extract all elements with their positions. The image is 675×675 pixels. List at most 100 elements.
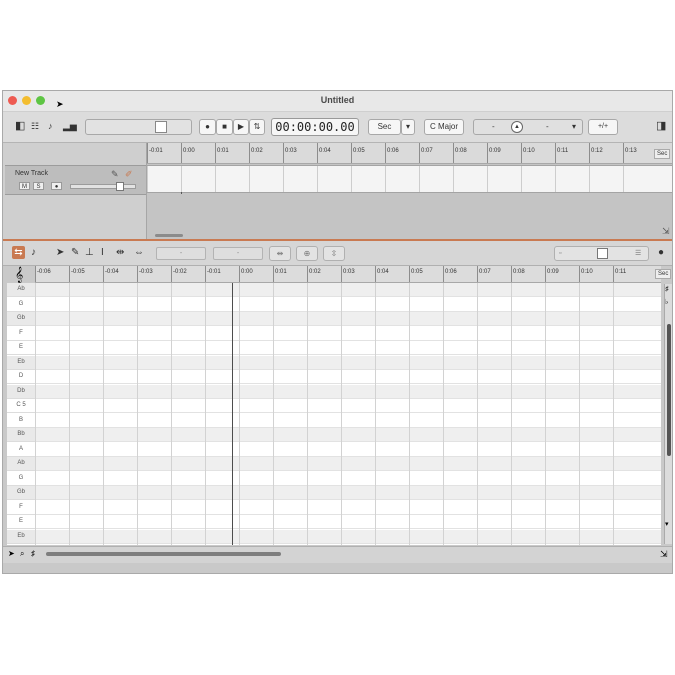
piano-key[interactable]: B	[7, 414, 35, 428]
note-row[interactable]	[35, 529, 661, 544]
zoom-out-icon[interactable]: ▫	[559, 247, 561, 260]
link-icon[interactable]: ⇆	[12, 246, 25, 259]
track-name[interactable]: New Track	[15, 170, 48, 177]
note-row[interactable]	[35, 472, 661, 486]
time-format-dropdown-button[interactable]: ▾	[401, 119, 415, 135]
play-button[interactable]: ▶	[233, 119, 249, 135]
note-length-field[interactable]: -	[213, 247, 263, 260]
pointer-tool-icon[interactable]: ➤	[56, 247, 64, 258]
note-row[interactable]	[35, 399, 661, 413]
note-row[interactable]	[35, 501, 661, 515]
record-arm-button[interactable]: ●	[51, 182, 62, 190]
piano-key[interactable]: C 5	[7, 399, 35, 413]
solo-button[interactable]: S	[33, 182, 44, 190]
stop-button[interactable]: ■	[216, 119, 233, 135]
piano-key[interactable]: E	[7, 341, 35, 355]
timeline-ruler[interactable]: Sec -0:01 0:00 0:01 0:02 0:03 0:04 0:05 0:06 0:0…	[147, 143, 672, 164]
piano-key[interactable]: Eb	[7, 529, 35, 544]
midi-out-icon[interactable]: ♪	[31, 247, 36, 258]
note-row[interactable]	[35, 384, 661, 399]
note-row[interactable]	[35, 327, 661, 341]
editor-timeline-ruler[interactable]: Sec -0:06 -0:05 -0:04 -0:03 -0:02 -0:01 0:00 0:…	[35, 266, 672, 283]
piano-keyboard[interactable]: Ab G Gb F E Eb D Db C 5 B Bb A Ab G Gb F E Eb	[7, 283, 36, 545]
note-row[interactable]	[35, 283, 661, 297]
library-panel-icon[interactable]: ◧	[15, 120, 25, 132]
note-row[interactable]	[35, 443, 661, 457]
note-row[interactable]	[35, 414, 661, 428]
tempo-dropdown-icon[interactable]: ▾	[572, 120, 576, 134]
velocity-tool-icon[interactable]: ⊥	[85, 247, 94, 258]
piano-key[interactable]: Gb	[7, 486, 35, 500]
piano-key[interactable]: G	[7, 298, 35, 312]
position-slider-thumb[interactable]	[155, 121, 167, 133]
note-row[interactable]	[35, 355, 661, 370]
note-row[interactable]	[35, 298, 661, 312]
piano-key[interactable]: F	[7, 327, 35, 341]
piano-key[interactable]: F	[7, 501, 35, 515]
tempo-control[interactable]: - ▲ - ▾	[473, 119, 583, 135]
editor-ruler-tick-mark	[171, 266, 172, 282]
note-row[interactable]	[35, 457, 661, 471]
track-header[interactable]: New Track ✎ ✐ M S ●	[5, 165, 146, 195]
note-row[interactable]	[35, 370, 661, 384]
loop-button[interactable]: ⇅	[249, 119, 265, 135]
note-row[interactable]	[35, 341, 661, 355]
split-tool-icon[interactable]: ⇹	[116, 247, 124, 258]
editor-horizontal-scrollbar[interactable]	[46, 552, 281, 556]
zoom-slider-thumb[interactable]	[597, 248, 608, 259]
note-row[interactable]	[35, 486, 661, 500]
editor-vertical-scrollbar-thumb[interactable]	[667, 324, 671, 456]
key-signature-select[interactable]: C Major	[424, 119, 464, 135]
note-row[interactable]	[35, 515, 661, 529]
editor-playhead[interactable]	[232, 283, 233, 545]
mixer-icon[interactable]: ▂▅	[63, 120, 77, 132]
piano-key[interactable]: E	[7, 515, 35, 529]
time-display[interactable]: 00:00:00.00	[271, 118, 359, 136]
editor-resize-corner-icon[interactable]: ⇲	[660, 549, 668, 560]
note-grid[interactable]	[35, 283, 661, 545]
quantize-button[interactable]: ⇹	[269, 246, 291, 261]
note-start-field[interactable]: -	[156, 247, 206, 260]
track-lane[interactable]	[147, 165, 672, 194]
count-in-button[interactable]: +/+	[588, 119, 618, 135]
editor-panel-icon[interactable]: ◨	[656, 120, 666, 132]
piano-key[interactable]: Bb	[7, 428, 35, 442]
notation-icon[interactable]: ♪	[48, 120, 53, 132]
piano-key[interactable]: Gb	[7, 312, 35, 326]
zoom-control[interactable]: ▫ ☰	[554, 246, 649, 261]
scroll-down-icon[interactable]: ▾	[665, 520, 669, 528]
track-volume-knob[interactable]	[116, 182, 124, 191]
pointer-mode-icon[interactable]: ➤	[8, 549, 15, 558]
resize-corner-icon[interactable]: ⇲	[662, 226, 670, 237]
note-row[interactable]	[35, 428, 661, 442]
editor-settings-icon[interactable]: ●	[658, 247, 664, 258]
position-slider[interactable]	[85, 119, 192, 135]
piano-key[interactable]: A	[7, 443, 35, 457]
editor-vertical-scrollbar[interactable]: ♯ ♭ ▾	[664, 284, 672, 544]
record-button[interactable]: ●	[199, 119, 216, 135]
transpose-button[interactable]: ⇳	[323, 246, 345, 261]
piano-key[interactable]: Eb	[7, 355, 35, 370]
inspector-icon[interactable]: ☷	[31, 120, 39, 132]
editor-ruler-tick-label: -0:03	[139, 269, 153, 275]
tracks-horizontal-scrollbar[interactable]	[155, 234, 183, 237]
glue-tool-icon[interactable]: ⇔	[134, 247, 144, 258]
metronome-icon[interactable]: ▲	[511, 121, 523, 133]
pencil-tool-icon[interactable]: ✎	[71, 247, 79, 258]
sharp-mode-icon[interactable]: ♯	[31, 549, 35, 558]
piano-key[interactable]: Db	[7, 384, 35, 399]
text-tool-icon[interactable]: I	[101, 247, 104, 258]
piano-key[interactable]: D	[7, 370, 35, 384]
treble-clef-icon[interactable]: 𝄞	[15, 267, 23, 282]
track-edit-icon[interactable]: ✐	[125, 169, 133, 180]
quantize-options-button[interactable]: ⊕	[296, 246, 318, 261]
zoom-in-icon[interactable]: ☰	[635, 247, 641, 260]
piano-key[interactable]: Ab	[7, 283, 35, 297]
mute-button[interactable]: M	[19, 182, 30, 190]
track-volume-slider[interactable]	[70, 182, 136, 191]
time-format-select[interactable]: Sec	[368, 119, 401, 135]
piano-key[interactable]: G	[7, 472, 35, 486]
piano-key[interactable]: Ab	[7, 457, 35, 471]
note-row[interactable]	[35, 312, 661, 326]
zoom-icon[interactable]: ⌕	[20, 549, 24, 559]
